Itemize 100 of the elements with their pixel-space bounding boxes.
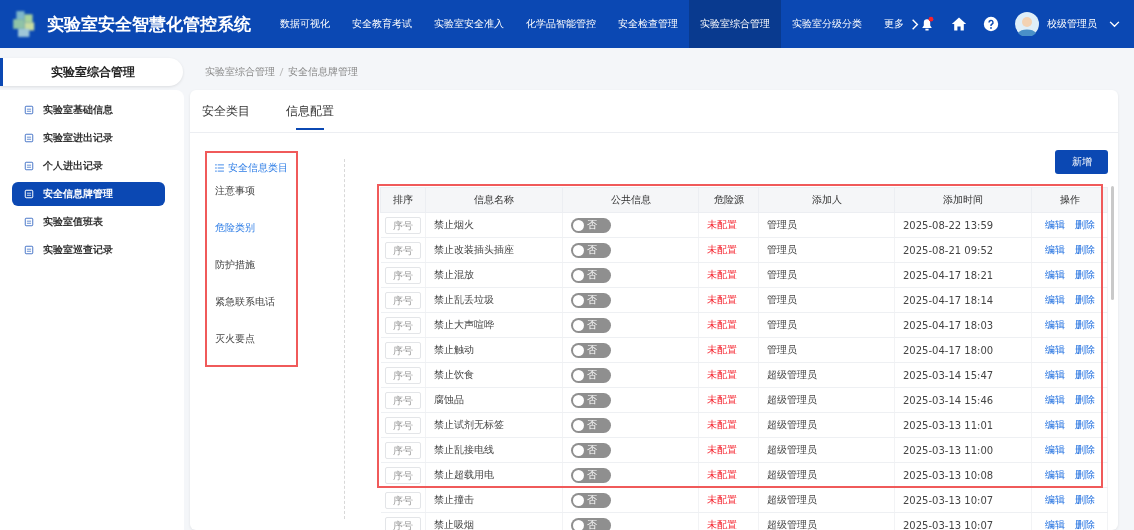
table-cell: 管理员	[758, 212, 895, 238]
sidebar-item[interactable]: 实验室进出记录	[12, 126, 165, 150]
order-field[interactable]: 序号	[384, 316, 421, 334]
toggle-switch[interactable]: 否	[571, 267, 611, 283]
table-cell: 腐蚀品	[425, 387, 563, 413]
breadcrumb-item[interactable]: 安全信息牌管理	[288, 65, 358, 79]
nav-tab[interactable]: 更多	[873, 0, 915, 48]
caret-icon[interactable]	[1109, 20, 1120, 28]
nav-tab[interactable]: 实验室安全准入	[423, 0, 515, 48]
help-icon[interactable]	[983, 16, 999, 32]
action-link[interactable]: 编辑	[1044, 243, 1065, 257]
action-link[interactable]: 删除	[1074, 443, 1095, 457]
home-icon[interactable]	[951, 16, 967, 32]
sidebar-item[interactable]: 安全信息牌管理	[12, 182, 165, 206]
table-cell: 未配置	[698, 312, 759, 338]
action-link[interactable]: 删除	[1074, 368, 1095, 382]
table-cell: 2025-03-14 15:47	[894, 362, 1032, 388]
action-link[interactable]: 编辑	[1044, 343, 1065, 357]
action-link[interactable]: 删除	[1074, 468, 1095, 482]
nav-tab[interactable]: 实验室分级分类	[781, 0, 873, 48]
action-link[interactable]: 删除	[1074, 293, 1095, 307]
sidebar-item[interactable]: 实验室值班表	[12, 210, 165, 234]
toggle-switch[interactable]: 否	[571, 492, 611, 508]
table-cell: 禁止吸烟	[425, 512, 563, 530]
toggle-switch[interactable]: 否	[571, 217, 611, 233]
tab[interactable]: 信息配置	[286, 90, 334, 132]
action-link[interactable]: 编辑	[1044, 218, 1065, 232]
table-cell: 超级管理员	[758, 437, 895, 463]
table-cell: 超级管理员	[758, 487, 895, 513]
action-link[interactable]: 编辑	[1044, 443, 1065, 457]
order-field[interactable]: 序号	[384, 491, 421, 509]
tab[interactable]: 安全类目	[202, 90, 250, 132]
toggle-switch[interactable]: 否	[571, 417, 611, 433]
nav-tab[interactable]: 实验室综合管理	[689, 0, 781, 48]
order-field[interactable]: 序号	[384, 441, 421, 459]
toggle-switch[interactable]: 否	[571, 367, 611, 383]
sidebar-item[interactable]: 实验室巡查记录	[12, 238, 165, 262]
chevron-right-icon[interactable]	[911, 18, 919, 30]
action-link[interactable]: 编辑	[1044, 368, 1065, 382]
action-link[interactable]: 删除	[1074, 268, 1095, 282]
category-item[interactable]: 紧急联系电话	[215, 295, 288, 309]
sidebar-item[interactable]: 实验室基础信息	[12, 98, 165, 122]
order-field[interactable]: 序号	[384, 291, 421, 309]
scrollbar[interactable]	[1111, 186, 1114, 300]
add-button[interactable]: 新增	[1055, 150, 1108, 174]
table-cell: 2025-03-13 10:07	[894, 512, 1032, 530]
action-link[interactable]: 编辑	[1044, 318, 1065, 332]
order-field[interactable]: 序号	[384, 241, 421, 259]
table-cell: 禁止撞击	[425, 487, 563, 513]
nav-tab[interactable]: 安全教育考试	[341, 0, 423, 48]
column-header: 公共信息	[562, 187, 699, 213]
action-link[interactable]: 编辑	[1044, 418, 1065, 432]
category-item[interactable]: 防护措施	[215, 258, 288, 272]
nav-tab[interactable]: 化学品智能管控	[515, 0, 607, 48]
table-cell: 2025-04-17 18:00	[894, 337, 1032, 363]
table-cell: 超级管理员	[758, 462, 895, 488]
category-item[interactable]: 灭火要点	[215, 332, 288, 346]
avatar-icon[interactable]	[1015, 12, 1039, 36]
sidebar-item[interactable]: 个人进出记录	[12, 154, 165, 178]
toggle-switch[interactable]: 否	[571, 517, 611, 530]
table-cell: 2025-04-17 18:14	[894, 287, 1032, 313]
action-link[interactable]: 编辑	[1044, 518, 1065, 530]
order-field[interactable]: 序号	[384, 391, 421, 409]
action-link[interactable]: 删除	[1074, 318, 1095, 332]
table-cell: 未配置	[698, 362, 759, 388]
action-link[interactable]: 编辑	[1044, 268, 1065, 282]
user-name[interactable]: 校级管理员	[1047, 17, 1097, 31]
action-link[interactable]: 删除	[1074, 493, 1095, 507]
order-field[interactable]: 序号	[384, 366, 421, 384]
order-field[interactable]: 序号	[384, 216, 421, 234]
toggle-switch[interactable]: 否	[571, 292, 611, 308]
action-link[interactable]: 编辑	[1044, 493, 1065, 507]
nav-tab[interactable]: 数据可视化	[269, 0, 341, 48]
order-field[interactable]: 序号	[384, 341, 421, 359]
toggle-switch[interactable]: 否	[571, 442, 611, 458]
nav-tab[interactable]: 安全检查管理	[607, 0, 689, 48]
action-link[interactable]: 删除	[1074, 218, 1095, 232]
action-link[interactable]: 删除	[1074, 343, 1095, 357]
category-item[interactable]: 危险类别	[215, 221, 288, 235]
action-link[interactable]: 编辑	[1044, 393, 1065, 407]
toggle-switch[interactable]: 否	[571, 242, 611, 258]
action-link[interactable]: 编辑	[1044, 293, 1065, 307]
table-cell: 禁止试剂无标签	[425, 412, 563, 438]
toggle-switch[interactable]: 否	[571, 392, 611, 408]
action-link[interactable]: 删除	[1074, 393, 1095, 407]
toggle-switch[interactable]: 否	[571, 467, 611, 483]
category-item[interactable]: 注意事项	[215, 184, 288, 198]
order-field[interactable]: 序号	[384, 516, 421, 530]
breadcrumb-item[interactable]: 实验室综合管理	[205, 65, 275, 79]
table-cell: 禁止超载用电	[425, 462, 563, 488]
order-field[interactable]: 序号	[384, 416, 421, 434]
action-link[interactable]: 编辑	[1044, 468, 1065, 482]
order-field[interactable]: 序号	[384, 466, 421, 484]
order-field[interactable]: 序号	[384, 266, 421, 284]
action-link[interactable]: 删除	[1074, 418, 1095, 432]
table-cell: 未配置	[698, 337, 759, 363]
action-link[interactable]: 删除	[1074, 518, 1095, 530]
action-link[interactable]: 删除	[1074, 243, 1095, 257]
toggle-switch[interactable]: 否	[571, 317, 611, 333]
toggle-switch[interactable]: 否	[571, 342, 611, 358]
